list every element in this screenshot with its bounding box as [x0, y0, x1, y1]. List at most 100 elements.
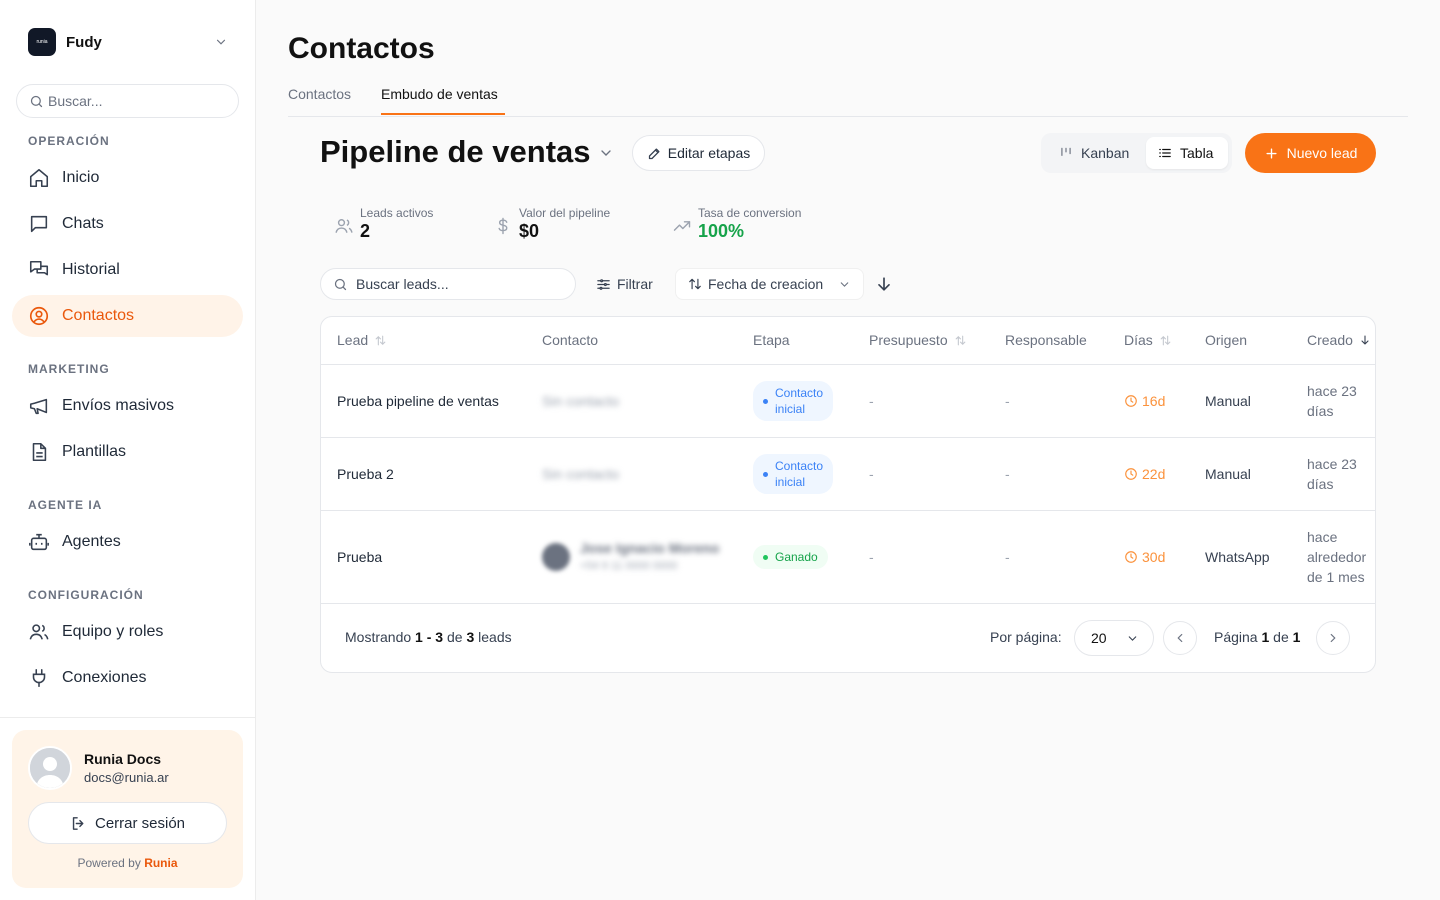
chevron-down-icon [840, 281, 849, 287]
logout-label: Cerrar sesión [94, 814, 186, 832]
user-circle-icon [28, 305, 50, 327]
tabs-divider [288, 116, 1408, 117]
tab-contactos[interactable]: Contactos [288, 86, 351, 102]
sidebar-item-equipo-roles[interactable]: Equipo y roles [12, 611, 243, 653]
sidebar-item-plantillas[interactable]: Plantillas [12, 431, 243, 473]
contact-name: Jose Ignacio Moreno [580, 540, 720, 556]
origin-value: WhatsApp [1205, 549, 1270, 565]
column-header-origen: Origen [1205, 332, 1248, 348]
sidebar-item-label: Equipo y roles [62, 623, 164, 640]
column-header-lead[interactable]: Lead [337, 332, 387, 348]
new-lead-button[interactable]: Nuevo lead [1245, 133, 1376, 173]
edit-stages-button[interactable]: Editar etapas [632, 135, 765, 171]
sidebar-item-inicio[interactable]: Inicio [12, 157, 243, 199]
view-toggle: Kanban Tabla [1041, 133, 1232, 173]
days-value: 30d [1124, 549, 1165, 565]
view-kanban-button[interactable]: Kanban [1047, 137, 1145, 169]
powered-brand[interactable]: Runia [144, 856, 177, 870]
next-page-button[interactable] [1316, 621, 1350, 655]
column-header-contacto: Contacto [542, 332, 599, 348]
contact-name: Sin contacto [542, 393, 620, 409]
row-divider [321, 437, 1375, 438]
lead-name[interactable]: Prueba pipeline de ventas [337, 393, 499, 409]
section-label-marketing: MARKETING [28, 362, 110, 376]
user-card: Runia Docs docs@runia.ar Cerrar sesión P… [12, 730, 243, 888]
view-table-button[interactable]: Tabla [1146, 137, 1228, 169]
sort-label: Fecha de creacion [708, 276, 824, 292]
lead-name[interactable]: Prueba 2 [337, 466, 394, 482]
sidebar-item-agentes[interactable]: Agentes [12, 521, 243, 563]
stage-badge: Contacto inicial [753, 454, 834, 494]
logout-button[interactable]: Cerrar sesión [28, 802, 227, 844]
stat-value: 100% [698, 221, 745, 241]
view-kanban-label: Kanban [1081, 145, 1130, 161]
tab-embudo-de-ventas[interactable]: Embudo de ventas [381, 86, 498, 102]
owner-value: - [1005, 393, 1010, 409]
clock-icon [1125, 551, 1137, 563]
plus-icon [1266, 147, 1277, 159]
list-icon [1159, 148, 1171, 158]
sidebar-item-chats[interactable]: Chats [12, 203, 243, 245]
sidebar-item-label: Agentes [62, 533, 121, 550]
sidebar-item-contactos[interactable]: Contactos [12, 295, 243, 337]
per-page-select[interactable]: 20 [1074, 620, 1154, 656]
chat-icon [28, 213, 50, 235]
chevron-right-icon [1330, 633, 1336, 643]
sidebar-search-input[interactable] [48, 93, 218, 109]
search-icon [334, 278, 347, 290]
column-header-presupuesto[interactable]: Presupuesto [869, 332, 967, 348]
sort-icon [955, 335, 965, 345]
users-icon [335, 219, 353, 233]
prev-page-button[interactable] [1163, 621, 1197, 655]
stat-tasa-conversion: Tasa de conversion 100% [672, 206, 801, 242]
column-header-dias[interactable]: Días [1124, 332, 1172, 348]
sidebar-item-historial[interactable]: Historial [12, 249, 243, 291]
sidebar-item-label: Historial [62, 261, 120, 278]
origin-value: Manual [1205, 393, 1251, 409]
sliders-icon [597, 278, 610, 290]
contact-phone: +54 9 11 0000 0000 [580, 560, 678, 572]
budget-value: - [869, 393, 874, 409]
chevron-down-icon [216, 39, 226, 45]
sort-select[interactable]: Fecha de creacion [675, 268, 864, 300]
lead-search-input[interactable] [356, 276, 556, 292]
dollar-icon [498, 217, 508, 235]
megaphone-icon [28, 395, 50, 417]
arrow-down-icon [1361, 335, 1369, 345]
clock-icon [1125, 468, 1137, 480]
pipeline-title: Pipeline de ventas [320, 134, 591, 169]
stat-valor-pipeline: Valor del pipeline $0 [493, 206, 610, 242]
sidebar-item-label: Chats [62, 215, 104, 232]
workspace-switcher[interactable]: runia Fudy [28, 28, 228, 56]
arrow-up-down-icon [689, 278, 701, 290]
user-email: docs@runia.ar [84, 770, 169, 785]
chevron-down-icon[interactable] [598, 145, 614, 161]
section-label-agente-ia: AGENTE IA [28, 498, 103, 512]
filter-button[interactable]: Filtrar [590, 268, 659, 300]
owner-value: - [1005, 466, 1010, 482]
sidebar-item-conexiones[interactable]: Conexiones [12, 657, 243, 699]
kanban-icon [1061, 147, 1071, 156]
trending-up-icon [673, 221, 691, 231]
stage-badge: Contacto inicial [753, 381, 834, 421]
status-dot [763, 398, 768, 404]
plug-icon [28, 667, 50, 689]
column-header-creado[interactable]: Creado [1307, 332, 1371, 348]
sidebar-item-envios-masivos[interactable]: Envíos masivos [12, 385, 243, 427]
avatar [28, 746, 72, 790]
sidebar-item-label: Envíos masivos [62, 397, 175, 414]
arrow-down-icon[interactable] [874, 274, 894, 294]
history-chat-icon [28, 259, 50, 281]
sidebar-search[interactable] [16, 84, 239, 118]
lead-search[interactable] [320, 268, 576, 300]
lead-name[interactable]: Prueba [337, 549, 382, 565]
bot-icon [28, 531, 50, 553]
workspace-name: Fudy [66, 33, 102, 51]
active-tab-indicator [381, 113, 505, 115]
row-divider [321, 603, 1375, 604]
home-icon [28, 167, 50, 189]
page-indicator: Página 1 de 1 [1214, 629, 1301, 645]
view-table-label: Tabla [1180, 145, 1214, 161]
sidebar-item-label: Contactos [62, 307, 135, 324]
sidebar-item-label: Inicio [62, 169, 100, 186]
